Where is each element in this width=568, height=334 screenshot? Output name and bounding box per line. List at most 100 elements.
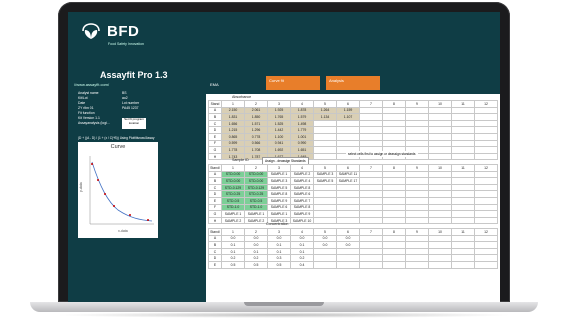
table-cell[interactable]: SAMPLE 4 xyxy=(290,177,314,185)
table-cell[interactable] xyxy=(451,216,475,225)
table-cell[interactable]: 1.134 xyxy=(313,113,337,121)
table-cell[interactable] xyxy=(428,203,452,212)
table-cell[interactable] xyxy=(405,241,429,249)
table-cell[interactable]: 0.778 xyxy=(244,132,268,141)
table-cell[interactable] xyxy=(313,152,337,161)
table-cell[interactable] xyxy=(451,196,475,205)
table-cell[interactable] xyxy=(359,260,383,269)
table-cell[interactable] xyxy=(336,254,360,262)
app-url[interactable]: //www.assayfit.com/ xyxy=(74,82,109,87)
table-cell[interactable]: 1.708 xyxy=(244,146,268,154)
table-cell[interactable] xyxy=(336,119,360,128)
table-cell[interactable] xyxy=(428,210,452,218)
table-cell[interactable] xyxy=(405,177,429,185)
table-cell[interactable] xyxy=(428,113,452,121)
table-cell[interactable]: 2.150 xyxy=(221,106,245,115)
table-cell[interactable] xyxy=(359,113,383,121)
table-cell[interactable] xyxy=(382,260,406,269)
table-cell[interactable]: STD-0.00 xyxy=(244,177,268,185)
table-cell[interactable]: 0.0 xyxy=(221,234,245,243)
table-cell[interactable] xyxy=(359,126,383,134)
table-cell[interactable] xyxy=(474,216,498,225)
table-cell[interactable] xyxy=(336,260,360,269)
table-cell[interactable] xyxy=(313,210,337,218)
table-cell[interactable]: 1.656 xyxy=(221,119,245,128)
table-cell[interactable] xyxy=(313,139,337,148)
table-cell[interactable]: 1.159 xyxy=(336,106,360,115)
table-cell[interactable] xyxy=(359,183,383,192)
table-cell[interactable] xyxy=(405,170,429,179)
table-cell[interactable]: 0.2 xyxy=(221,254,245,262)
table-cell[interactable]: 0.0 xyxy=(244,241,268,249)
table-cell[interactable] xyxy=(474,106,498,115)
table-cell[interactable] xyxy=(359,241,383,249)
table-cell[interactable]: 0.5 xyxy=(267,260,291,269)
table-cell[interactable] xyxy=(474,177,498,185)
table-cell[interactable]: 1.651 xyxy=(290,146,314,154)
table-cell[interactable] xyxy=(474,113,498,121)
table-cell[interactable] xyxy=(474,210,498,218)
table-cell[interactable] xyxy=(474,139,498,148)
table-cell[interactable] xyxy=(382,247,406,256)
table-cell[interactable] xyxy=(336,183,360,192)
table-cell[interactable] xyxy=(336,203,360,212)
table-cell[interactable]: SAMPLE 5 xyxy=(313,177,337,185)
table-cell[interactable]: 0.1 xyxy=(221,247,245,256)
table-cell[interactable] xyxy=(382,234,406,243)
table-cell[interactable] xyxy=(428,177,452,185)
table-cell[interactable] xyxy=(428,196,452,205)
table-cell[interactable] xyxy=(405,210,429,218)
table-cell[interactable] xyxy=(313,146,337,154)
table-cell[interactable] xyxy=(474,241,498,249)
table-cell[interactable]: 0.1 xyxy=(267,247,291,256)
table-cell[interactable]: STD-0.5 xyxy=(244,196,268,205)
table-cell[interactable]: STD-0.5 xyxy=(221,196,245,205)
table-cell[interactable] xyxy=(474,260,498,269)
table-cell[interactable] xyxy=(382,106,406,115)
table-cell[interactable] xyxy=(405,113,429,121)
table-cell[interactable]: 0.0 xyxy=(336,241,360,249)
table-cell[interactable] xyxy=(336,196,360,205)
table-cell[interactable] xyxy=(382,190,406,198)
table-cell[interactable] xyxy=(428,254,452,262)
table-cell[interactable]: 0.0 xyxy=(313,234,337,243)
table-cell[interactable]: 1.765 xyxy=(267,113,291,121)
table-cell[interactable]: 1.579 xyxy=(290,113,314,121)
table-cell[interactable] xyxy=(451,203,475,212)
table-cell[interactable] xyxy=(359,216,383,225)
table-cell[interactable] xyxy=(451,254,475,262)
table-cell[interactable] xyxy=(405,126,429,134)
table-cell[interactable] xyxy=(382,119,406,128)
table-cell[interactable]: STD-0.00 xyxy=(221,170,245,179)
table-cell[interactable]: SAMPLE 8 xyxy=(267,190,291,198)
table-cell[interactable] xyxy=(313,254,337,262)
table-cell[interactable]: STD-0.00 xyxy=(221,177,245,185)
table-cell[interactable]: 1.100 xyxy=(267,132,291,141)
table-cell[interactable] xyxy=(313,190,337,198)
table-cell[interactable]: SAMPLE 5 xyxy=(267,183,291,192)
table-cell[interactable] xyxy=(474,152,498,161)
tab-analysis[interactable]: Analysis xyxy=(326,76,380,90)
table-cell[interactable] xyxy=(428,183,452,192)
table-cell[interactable] xyxy=(405,190,429,198)
table-cell[interactable]: SAMPLE 1 xyxy=(244,210,268,218)
table-cell[interactable]: 0.1 xyxy=(290,241,314,249)
table-cell[interactable] xyxy=(451,170,475,179)
table-cell[interactable]: 1.107 xyxy=(336,113,360,121)
table-cell[interactable] xyxy=(451,119,475,128)
table-cell[interactable] xyxy=(336,126,360,134)
table-cell[interactable] xyxy=(451,260,475,269)
table-cell[interactable] xyxy=(382,241,406,249)
table-cell[interactable] xyxy=(474,119,498,128)
table-cell[interactable] xyxy=(359,132,383,141)
table-cell[interactable] xyxy=(359,254,383,262)
table-cell[interactable]: 0.1 xyxy=(221,241,245,249)
table-cell[interactable]: SAMPLE 8 xyxy=(290,183,314,192)
table-cell[interactable]: SAMPLE 6 xyxy=(290,190,314,198)
table-cell[interactable] xyxy=(428,247,452,256)
table-cell[interactable] xyxy=(359,106,383,115)
table-cell[interactable] xyxy=(451,132,475,141)
info-value[interactable]: Lot number xyxy=(122,101,146,105)
table-cell[interactable] xyxy=(428,234,452,243)
table-cell[interactable]: 0.5 xyxy=(244,260,268,269)
